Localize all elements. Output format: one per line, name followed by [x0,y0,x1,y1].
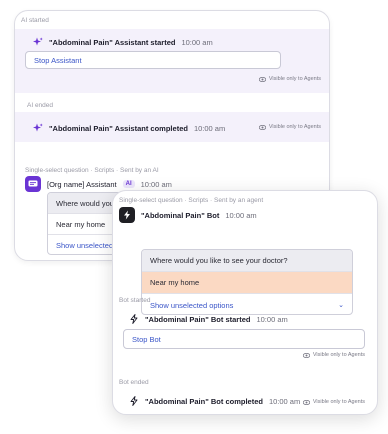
ai-started-time: 10:00 am [181,37,213,47]
section-label-bot-ended: Bot ended [119,379,149,386]
stop-assistant-button[interactable]: Stop Assistant [25,51,281,69]
selected-option: Near my home [142,272,352,294]
sparkle-icon [33,123,43,133]
ai-ended-row: "Abdominal Pain" Assistant completed 10:… [33,123,225,133]
section-label-ai-ended: AI ended [27,102,54,109]
chat-icon [28,180,38,187]
stop-bot-label: Stop Bot [132,334,161,344]
assistant-sender-name: [Org name] Assistant [47,179,117,189]
visibility-text: Visible only to Agents [268,76,321,82]
section-label-bot-started: Bot started [119,297,151,304]
stop-bot-button[interactable]: Stop Bot [123,329,365,349]
bot-started-row: "Abdominal Pain" Bot started 10:00 am [129,314,288,324]
visibility-note: Visible only to Agents [258,124,321,130]
bolt-icon [124,210,130,220]
bot-sender-name: "Abdominal Pain" Bot [141,210,220,220]
assistant-sender-time: 10:00 am [140,179,172,189]
ai-ended-time: 10:00 am [193,123,226,133]
bot-ended-title: "Abdominal Pain" Bot completed [145,396,263,406]
assistant-avatar [25,176,41,192]
bolt-icon [129,314,139,324]
visibility-note: Visible only to Agents [258,76,321,82]
bot-started-title: "Abdominal Pain" Bot started [145,314,251,324]
section-label-ai-started: AI started [21,17,49,24]
eye-icon [302,399,310,405]
visibility-note: Visible only to Agents [302,352,365,358]
visibility-text: Visible only to Agents [312,399,365,405]
visibility-text: Visible only to Agents [312,352,365,358]
visibility-text: Visible only to Agents [268,124,321,130]
eye-icon [258,76,266,82]
bot-started-time: 10:00 am [256,314,288,324]
eye-icon [258,124,266,130]
visibility-note: Visible only to Agents [302,399,365,405]
bot-ended-row: "Abdominal Pain" Bot completed 10:00 am [129,396,300,406]
question-text: Where would you like to see your doctor? [142,250,352,272]
ai-ended-band: "Abdominal Pain" Assistant completed 10:… [15,112,329,142]
bot-options-list: Where would you like to see your doctor?… [141,249,353,315]
chevron-down-icon: ⌄ [338,302,344,309]
bot-sender-time: 10:00 am [225,210,257,220]
show-unselected-label: Show unselected options [150,300,234,310]
section-label-question: Single-select question · Scripts · Sent … [25,167,159,174]
section-label-question: Single-select question · Scripts · Sent … [119,197,264,204]
ai-started-row: "Abdominal Pain" Assistant started 10:00… [33,37,213,47]
bot-ended-time: 10:00 am [268,396,301,406]
bot-transcript-card: Single-select question · Scripts · Sent … [112,190,378,415]
ai-started-title: "Abdominal Pain" Assistant started [49,37,176,47]
stop-assistant-label: Stop Assistant [34,55,82,65]
eye-icon [302,352,310,358]
sparkle-icon [33,37,43,47]
bot-sender-row: "Abdominal Pain" Bot 10:00 am [119,207,257,223]
bot-avatar [119,207,135,223]
bolt-icon [129,396,139,406]
ai-started-band: "Abdominal Pain" Assistant started 10:00… [15,29,329,93]
ai-badge: AI [122,180,135,188]
show-unselected-options-link[interactable]: Show unselected options ⌄ [142,294,352,314]
ai-ended-title: "Abdominal Pain" Assistant completed [49,123,188,133]
